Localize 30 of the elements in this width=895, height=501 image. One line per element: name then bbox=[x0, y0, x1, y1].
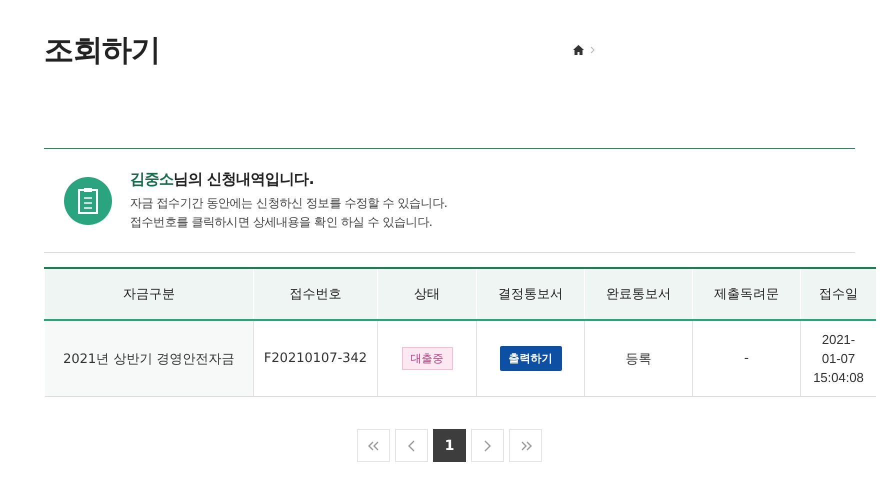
cell-text: - bbox=[744, 351, 749, 366]
double-chevron-left-icon bbox=[368, 440, 380, 450]
cell-text: 2021년 상반기 경영안전자금 bbox=[63, 352, 234, 366]
column-header: 결정통보서 bbox=[476, 268, 584, 320]
column-header: 자금구분 bbox=[44, 268, 254, 320]
page-button[interactable]: 1 bbox=[433, 429, 466, 462]
notice-text: 접수번호를 클릭하시면 상세내용을 확인 하실 수 있습니다. bbox=[130, 214, 434, 230]
last-page-button[interactable] bbox=[509, 429, 542, 462]
chevron-left-icon bbox=[408, 440, 415, 452]
column-header: 접수번호 bbox=[254, 268, 378, 320]
page-title: 조회하기 bbox=[44, 32, 160, 70]
status-badge: 대출중 bbox=[402, 347, 452, 370]
cell-text: F20210107-342 bbox=[264, 351, 368, 366]
double-chevron-right-icon bbox=[520, 440, 532, 450]
print-button[interactable]: 출력하기 bbox=[500, 346, 562, 371]
column-header: 접수일 bbox=[800, 268, 876, 320]
column-header: 상태 bbox=[378, 268, 476, 320]
home-icon[interactable] bbox=[573, 45, 584, 55]
column-header: 제출독려문 bbox=[692, 268, 800, 320]
previous-page-button[interactable] bbox=[395, 429, 428, 462]
clipboard-icon bbox=[64, 176, 112, 224]
chevron-icon bbox=[590, 46, 595, 54]
chevron-right-icon bbox=[484, 440, 491, 452]
cell-text: 2021-01-07 15:04:08 bbox=[812, 331, 864, 387]
cell-text: 등록 bbox=[626, 352, 652, 366]
first-page-button[interactable] bbox=[357, 429, 390, 462]
notice-text: 자금 접수기간 동안에는 신청하신 정보를 수정할 수 있습니다. bbox=[130, 194, 448, 212]
column-header: 완료통보서 bbox=[584, 268, 692, 320]
next-page-button[interactable] bbox=[471, 429, 504, 462]
notice-heading: 김중소님의 신청내역입니다. bbox=[130, 170, 315, 188]
